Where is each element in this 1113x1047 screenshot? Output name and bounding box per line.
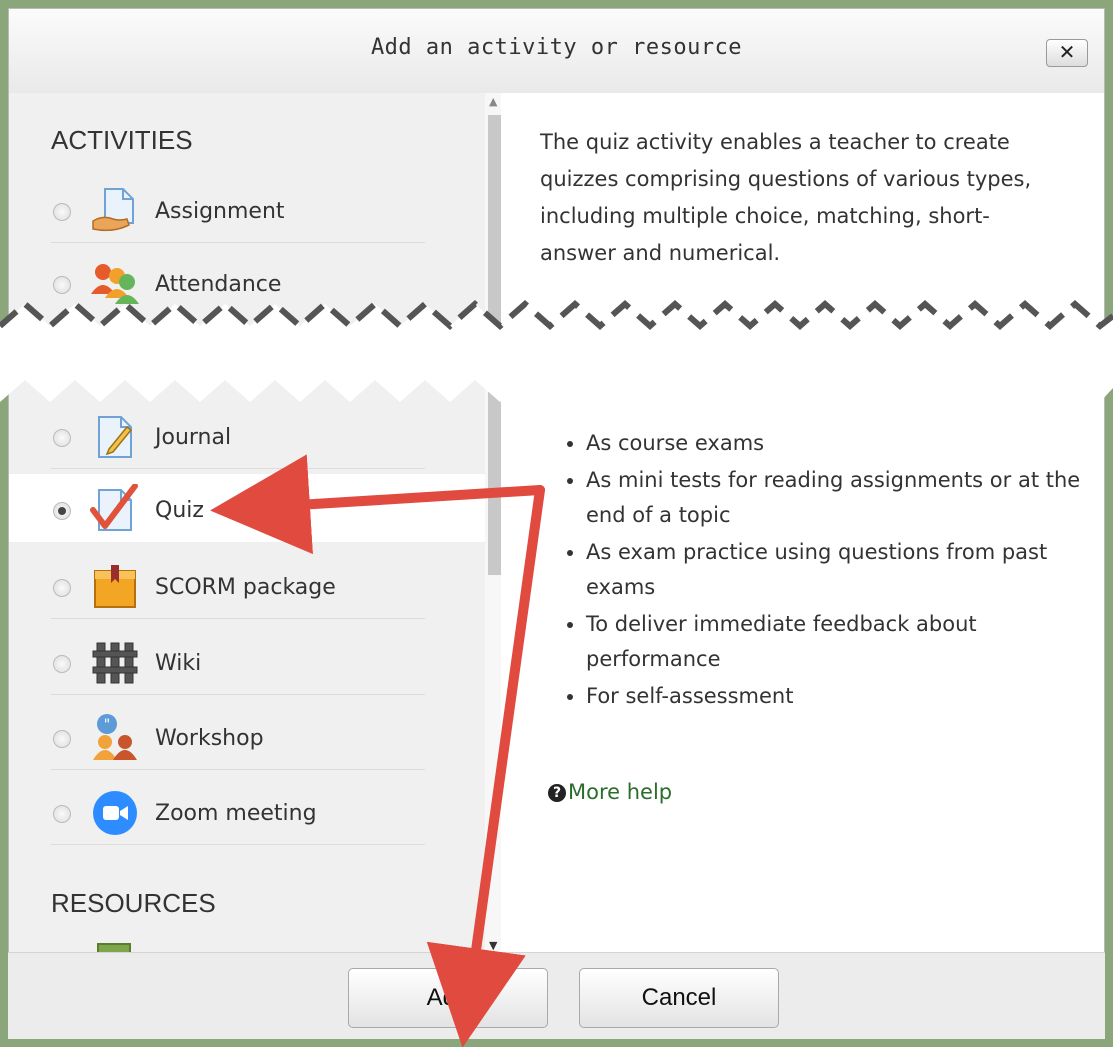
module-label: Quiz — [155, 498, 204, 523]
module-label: Attendance — [155, 272, 282, 297]
module-row-quiz[interactable]: Quiz — [9, 474, 485, 542]
radio-button[interactable] — [53, 502, 71, 520]
activities-heading: ACTIVITIES — [51, 125, 193, 155]
separator — [51, 468, 425, 469]
usage-bullet: As exam practice using questions from pa… — [586, 535, 1086, 605]
description-line: quizzes comprising questions of various … — [540, 167, 1032, 191]
scorm-package-icon — [89, 561, 141, 613]
module-row-assignment[interactable]: Assignment — [9, 175, 485, 243]
module-list-pane: ACTIVITIES Assignment Attendance Journal… — [9, 93, 501, 1015]
description-line: answer and numerical. — [540, 241, 781, 265]
scroll-up-icon[interactable]: ▲ — [489, 95, 497, 108]
wiki-icon — [89, 637, 141, 689]
scroll-down-icon[interactable]: ▼ — [489, 939, 497, 952]
torn-edge-cut — [0, 300, 1113, 402]
assignment-icon — [89, 185, 141, 237]
separator — [51, 694, 425, 695]
close-button[interactable]: ✕ — [1046, 39, 1088, 67]
radio-button[interactable] — [53, 730, 71, 748]
usage-bullet-list: As course exams As mini tests for readin… — [560, 426, 1086, 716]
more-help-link[interactable]: ? More help — [548, 780, 672, 804]
radio-button[interactable] — [53, 805, 71, 823]
module-label: Zoom meeting — [155, 801, 317, 826]
radio-button[interactable] — [53, 655, 71, 673]
description-line: The quiz activity enables a teacher to c… — [540, 130, 1010, 154]
workshop-icon: " — [89, 712, 141, 764]
separator — [51, 844, 425, 845]
radio-button[interactable] — [53, 276, 71, 294]
zoom-meeting-icon — [89, 787, 141, 839]
module-label: Journal — [155, 425, 232, 450]
resources-heading: RESOURCES — [51, 888, 216, 918]
module-list-scrollbar[interactable]: ▲ ▼ — [485, 93, 501, 1015]
module-label: SCORM package — [155, 575, 336, 600]
module-label: Wiki — [155, 651, 202, 676]
module-row-workshop[interactable]: " Workshop — [9, 702, 485, 770]
module-label: Assignment — [155, 199, 285, 224]
more-help-label: More help — [568, 780, 673, 804]
module-row-scorm-package[interactable]: SCORM package — [9, 551, 485, 619]
radio-button[interactable] — [53, 203, 71, 221]
radio-button[interactable] — [53, 579, 71, 597]
dialog-title: Add an activity or resource — [370, 35, 743, 60]
journal-icon — [89, 411, 141, 463]
module-description: The quiz activity enables a teacher to c… — [540, 124, 1060, 272]
separator — [51, 769, 425, 770]
cancel-button[interactable]: Cancel — [579, 968, 779, 1028]
description-line: including multiple choice, matching, sho… — [540, 204, 990, 228]
radio-button[interactable] — [53, 429, 71, 447]
module-row-zoom-meeting[interactable]: Zoom meeting — [9, 777, 485, 845]
module-row-wiki[interactable]: Wiki — [9, 627, 485, 695]
separator — [51, 242, 425, 243]
svg-text:": " — [104, 717, 110, 733]
usage-bullet: To deliver immediate feedback about perf… — [586, 607, 1086, 677]
usage-bullet: As course exams — [586, 426, 1086, 461]
help-icon: ? — [548, 784, 566, 802]
quiz-icon — [89, 483, 141, 536]
module-label: Workshop — [155, 726, 264, 751]
usage-bullet: For self-assessment — [586, 679, 1086, 714]
dialog-titlebar: Add an activity or resource ✕ — [9, 9, 1104, 94]
add-button[interactable]: Add — [348, 968, 548, 1028]
dialog-footer — [8, 952, 1105, 1039]
usage-bullet: As mini tests for reading assignments or… — [586, 463, 1086, 533]
separator — [51, 618, 425, 619]
